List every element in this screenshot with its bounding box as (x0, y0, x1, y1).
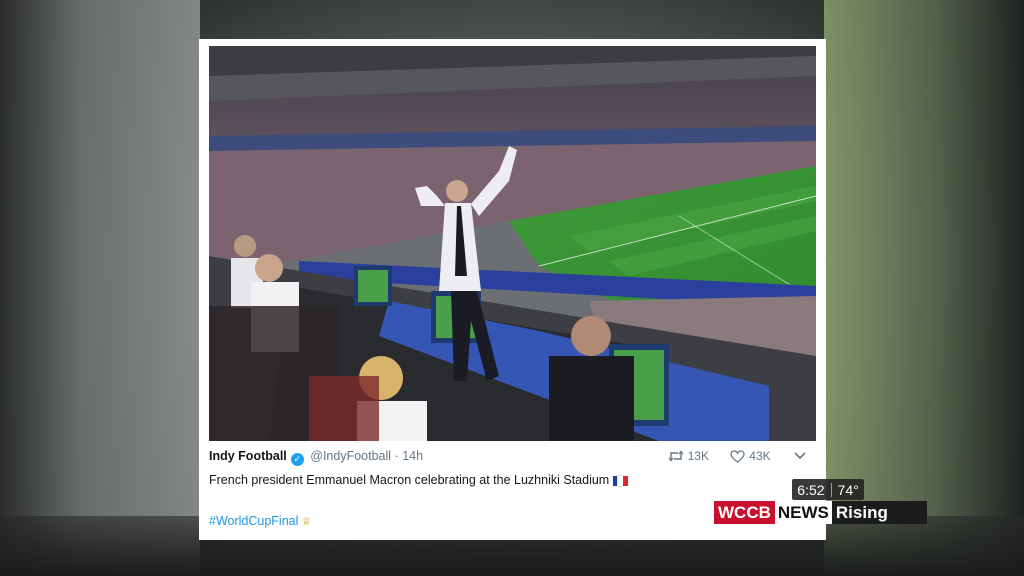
tweet-time[interactable]: 14h (402, 449, 423, 463)
logo-rising: Rising (831, 501, 927, 524)
tweet-actions: 13K 43K (650, 449, 806, 469)
author-name[interactable]: Indy Football (209, 449, 287, 463)
tweet-photo (209, 46, 816, 441)
station-logo: WCCB NEWS Rising (714, 501, 927, 524)
tweet-menu-button[interactable] (794, 449, 806, 463)
clock-divider (830, 482, 832, 497)
tweet-text: French president Emmanuel Macron celebra… (209, 473, 629, 489)
temperature: 74° (837, 481, 859, 498)
clock-time: 6:52 (797, 481, 825, 498)
meta-separator: · (394, 449, 399, 463)
logo-news: NEWS (774, 501, 832, 524)
author-handle[interactable]: @IndyFootball (310, 449, 391, 463)
tweet-card: Indy Football ✓ @IndyFootball · 14h 13K 4… (199, 39, 826, 540)
retweet-button[interactable]: 13K (668, 449, 709, 463)
retweet-icon (668, 450, 684, 462)
background-blur-left (0, 0, 200, 576)
logo-wccb: WCCB (714, 501, 775, 524)
hashtag-link[interactable]: #WorldCupFinal (209, 514, 298, 528)
heart-icon (730, 450, 745, 463)
like-count: 43K (749, 449, 771, 463)
time-temp-bug: 6:52 74° (792, 479, 864, 500)
retweet-count: 13K (687, 449, 709, 463)
tweet-header: Indy Football ✓ @IndyFootball · 14h (209, 449, 423, 469)
trophy-icon: ♕ (301, 516, 312, 528)
tweet-text-body: French president Emmanuel Macron celebra… (209, 473, 610, 487)
like-button[interactable]: 43K (730, 449, 771, 463)
france-flag-icon (613, 475, 629, 489)
hashtag-line: #WorldCupFinal ♕ (209, 514, 311, 528)
verified-badge-icon: ✓ (290, 453, 304, 466)
chevron-down-icon (794, 452, 806, 460)
